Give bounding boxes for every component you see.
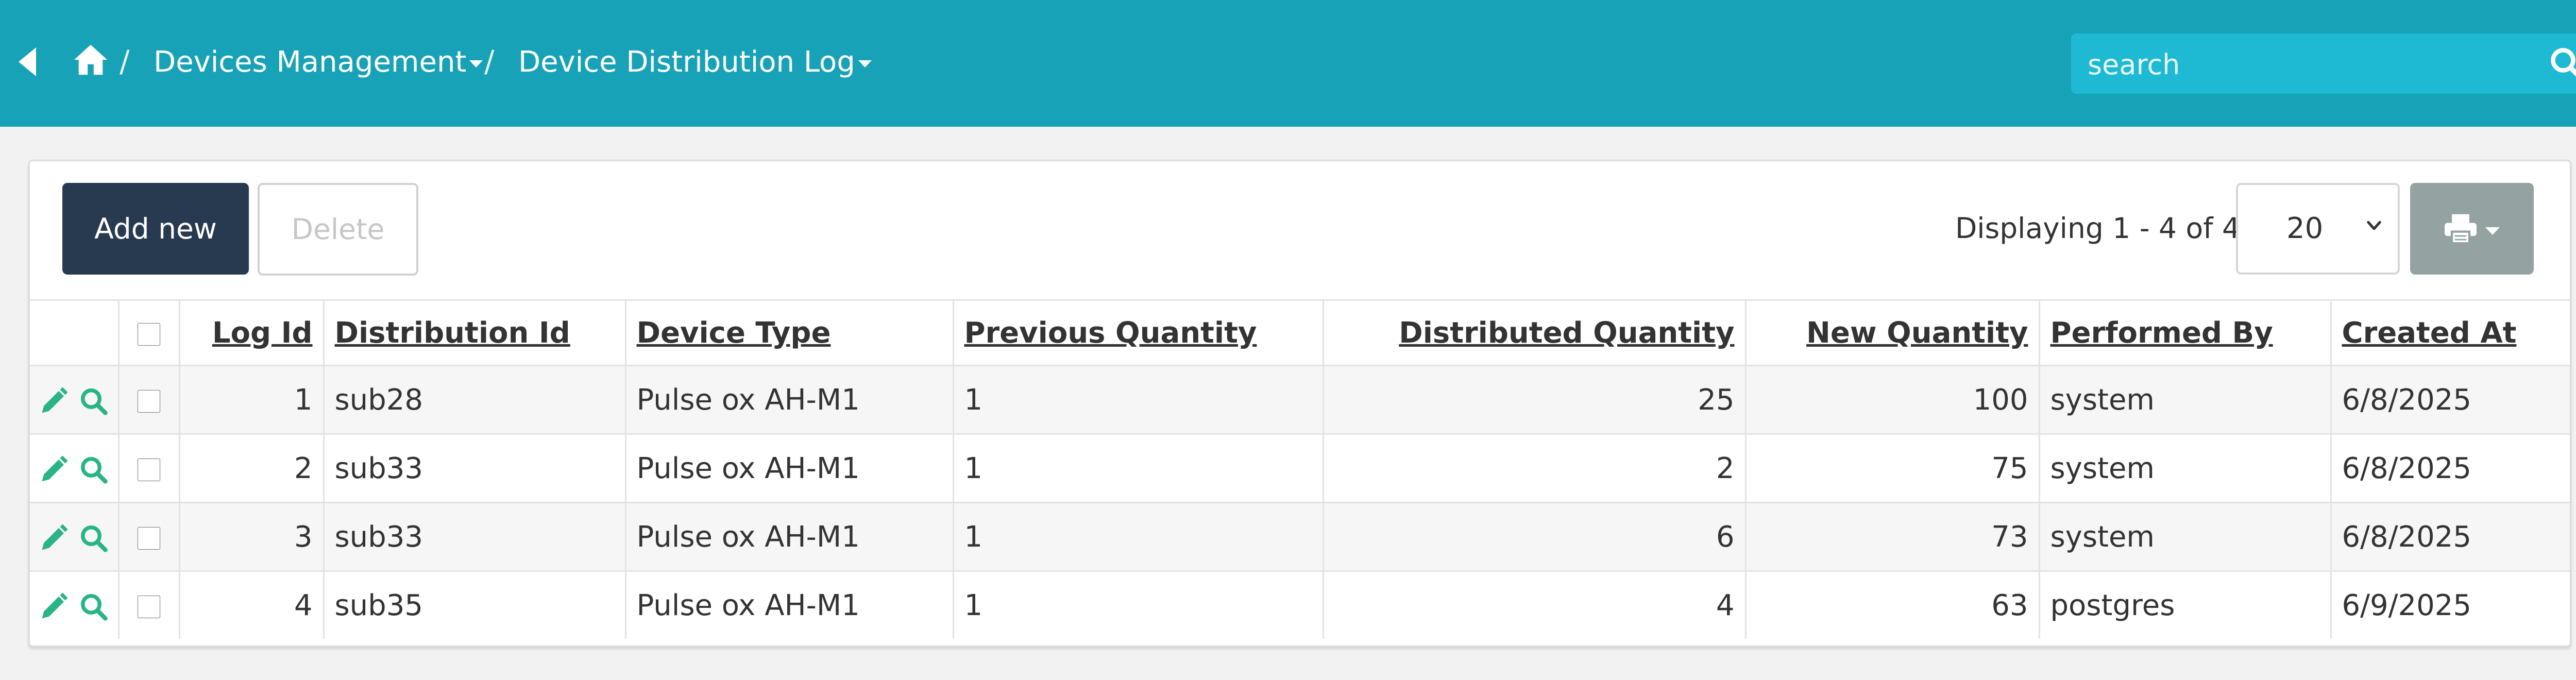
pagination-status: Displaying 1 - 4 of 4	[1955, 212, 2240, 245]
distributed-quantity-cell: 6	[1322, 502, 1745, 571]
distribution-id-cell: sub35	[323, 570, 625, 639]
add-new-button[interactable]: Add new	[62, 183, 249, 275]
chevron-down-icon	[2485, 227, 2500, 235]
column-header-log-id[interactable]: Log Id	[178, 299, 324, 366]
pencil-icon[interactable]	[38, 523, 69, 554]
created-at-cell: 6/8/2025	[2330, 433, 2570, 503]
distribution-id-cell: sub28	[323, 365, 625, 434]
column-header-device-type[interactable]: Device Type	[624, 299, 953, 366]
table-header-row: Log Id Distribution Id Device Type Previ…	[30, 299, 2570, 366]
performed-by-cell: system	[2038, 433, 2331, 503]
row-actions	[30, 433, 118, 503]
chevron-down-icon	[858, 60, 872, 67]
chevron-down-icon	[469, 60, 483, 67]
breadcrumb-device-distribution-log-label: Device Distribution Log	[518, 45, 855, 79]
pencil-icon[interactable]	[38, 386, 69, 417]
breadcrumb-devices-management-label: Devices Management	[154, 45, 467, 79]
created-at-cell: 6/9/2025	[2330, 570, 2570, 639]
page-size-value: 20	[2286, 212, 2324, 245]
column-header-new-quantity[interactable]: New Quantity	[1744, 299, 2039, 366]
performed-by-cell: postgres	[2038, 570, 2331, 639]
magnifier-icon[interactable]	[78, 454, 109, 485]
table-row[interactable]: 1 sub28 Pulse ox AH-M1 1 25 100 system 6/8/2025	[30, 365, 2570, 434]
distribution-id-cell: sub33	[323, 433, 625, 503]
log-id-cell: 2	[178, 433, 324, 503]
previous-quantity-cell: 1	[952, 365, 1323, 434]
chevron-down-icon	[2367, 220, 2381, 230]
log-id-cell: 3	[178, 502, 324, 571]
page-size-select[interactable]: 20	[2236, 183, 2400, 275]
column-header-previous-quantity[interactable]: Previous Quantity	[952, 299, 1323, 366]
pencil-icon[interactable]	[38, 454, 69, 485]
new-quantity-cell: 63	[1744, 570, 2039, 639]
breadcrumb-device-distribution-log[interactable]: Device Distribution Log	[518, 43, 872, 81]
performed-by-cell: system	[2038, 365, 2331, 434]
row-actions	[30, 365, 118, 434]
device-type-cell: Pulse ox AH-M1	[624, 502, 953, 571]
previous-quantity-cell: 1	[952, 502, 1323, 571]
device-distribution-log-table: Log Id Distribution Id Device Type Previ…	[30, 299, 2570, 639]
row-select-cell	[117, 570, 179, 639]
row-checkbox[interactable]	[138, 458, 160, 482]
row-actions	[30, 502, 118, 571]
actions-header	[30, 299, 118, 366]
performed-by-cell: system	[2038, 502, 2331, 571]
row-select-cell	[117, 433, 179, 503]
log-id-cell: 4	[178, 570, 324, 639]
breadcrumb-devices-management[interactable]: Devices Management	[154, 43, 483, 81]
distributed-quantity-cell: 4	[1322, 570, 1745, 639]
search-icon[interactable]	[2548, 45, 2576, 82]
delete-button[interactable]: Delete	[258, 183, 418, 276]
distributed-quantity-cell: 2	[1322, 433, 1745, 503]
row-select-cell	[117, 365, 179, 434]
home-icon[interactable]	[72, 43, 109, 76]
select-all-cell	[117, 299, 179, 366]
column-header-distributed-quantity[interactable]: Distributed Quantity	[1322, 299, 1745, 366]
printer-icon	[2445, 214, 2477, 245]
back-arrow-icon[interactable]	[19, 47, 36, 76]
column-header-distribution-id[interactable]: Distribution Id	[323, 299, 625, 366]
grid-panel: Add new Delete Displaying 1 - 4 of 4 20	[28, 160, 2571, 647]
created-at-cell: 6/8/2025	[2330, 502, 2570, 571]
magnifier-icon[interactable]	[78, 386, 109, 417]
device-type-cell: Pulse ox AH-M1	[624, 570, 953, 639]
pencil-icon[interactable]	[38, 591, 69, 622]
table-row[interactable]: 2 sub33 Pulse ox AH-M1 1 2 75 system 6/8/2025	[30, 433, 2570, 503]
previous-quantity-cell: 1	[952, 433, 1323, 503]
previous-quantity-cell: 1	[952, 570, 1323, 639]
column-header-created-at[interactable]: Created At	[2330, 299, 2570, 366]
select-all-checkbox[interactable]	[138, 323, 160, 346]
top-navigation-bar: / Devices Management / Device Distributi…	[0, 0, 2576, 127]
magnifier-icon[interactable]	[78, 523, 109, 554]
distribution-id-cell: sub33	[323, 502, 625, 571]
log-id-cell: 1	[178, 365, 324, 434]
breadcrumb-separator: /	[120, 44, 130, 79]
row-checkbox[interactable]	[138, 390, 160, 413]
device-type-cell: Pulse ox AH-M1	[624, 433, 953, 503]
distributed-quantity-cell: 25	[1322, 365, 1745, 434]
device-type-cell: Pulse ox AH-M1	[624, 365, 953, 434]
row-select-cell	[117, 502, 179, 571]
magnifier-icon[interactable]	[78, 591, 109, 622]
print-button[interactable]	[2410, 183, 2534, 275]
table-row[interactable]: 3 sub33 Pulse ox AH-M1 1 6 73 system 6/8/2025	[30, 502, 2570, 571]
row-checkbox[interactable]	[138, 596, 160, 619]
search-box	[2071, 33, 2576, 94]
new-quantity-cell: 100	[1744, 365, 2039, 434]
column-header-performed-by[interactable]: Performed By	[2038, 299, 2331, 366]
table-row[interactable]: 4 sub35 Pulse ox AH-M1 1 4 63 postgres 6/9/2025	[30, 570, 2570, 639]
created-at-cell: 6/8/2025	[2330, 365, 2570, 434]
new-quantity-cell: 73	[1744, 502, 2039, 571]
row-checkbox[interactable]	[138, 527, 160, 550]
row-actions	[30, 570, 118, 639]
breadcrumb-separator: /	[484, 44, 495, 79]
new-quantity-cell: 75	[1744, 433, 2039, 503]
search-input[interactable]	[2087, 47, 2532, 82]
